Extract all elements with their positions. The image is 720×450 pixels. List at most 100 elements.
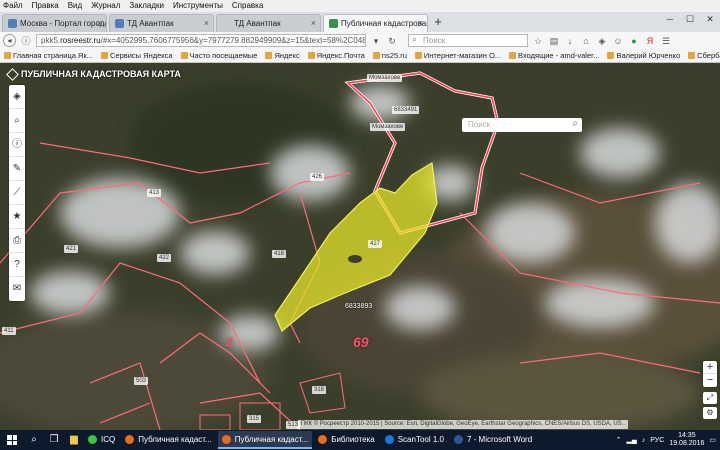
menu-item[interactable]: Журнал — [91, 0, 120, 12]
bookmark-label: Входящие - amd-valer... — [518, 51, 600, 60]
bookmark-item[interactable]: Сервисы Яндекса — [101, 49, 173, 62]
print-icon[interactable]: ⎙ — [9, 229, 25, 253]
bookmark-icon — [414, 52, 422, 59]
map-label: 426 — [310, 173, 325, 181]
tab-moscow-portal[interactable]: Москва - Портал города × — [2, 14, 107, 32]
bookmark-item[interactable]: Часто посещаемые — [180, 49, 258, 62]
bookmark-label: Яндекс.Почта — [316, 51, 365, 60]
map-label: 413 — [147, 189, 162, 197]
tab-avantpak-1[interactable]: ТД Авантпак × — [109, 14, 214, 32]
bookmark-item[interactable]: Валерий Юрченко — [607, 49, 680, 62]
zoom-in-button[interactable]: + — [703, 361, 717, 374]
close-tab-icon[interactable]: × — [204, 15, 209, 31]
taskbar-item[interactable]: ICQ — [84, 431, 119, 449]
new-tab-button[interactable]: + — [430, 14, 446, 32]
satellite-map-canvas[interactable] — [0, 63, 720, 430]
settings-icon[interactable]: ⚙ — [703, 407, 717, 419]
tab-favicon-icon — [115, 19, 124, 28]
map-search-input[interactable]: Поиск — [462, 117, 582, 132]
pencil-icon[interactable]: ✎ — [9, 157, 25, 181]
network-icon[interactable]: ▂▄ — [626, 436, 636, 444]
minimize-icon[interactable]: ─ — [660, 12, 680, 26]
shield-icon[interactable]: ◈ — [596, 35, 608, 47]
green-addon-icon[interactable]: ● — [628, 35, 640, 47]
star-icon[interactable]: ☆ — [532, 35, 544, 47]
menu-item[interactable]: Файл — [3, 0, 23, 12]
taskbar-item-label: ScanTool 1.0 — [397, 434, 444, 444]
layers-icon[interactable]: ◈ — [9, 85, 25, 109]
notifications-icon[interactable]: ▭ — [709, 436, 716, 444]
browser-search-input[interactable]: Поиск — [408, 34, 528, 47]
bookmark-item[interactable]: Сбербанк Онлайн — [688, 49, 720, 62]
start-button[interactable] — [0, 430, 24, 450]
close-window-icon[interactable]: ✕ — [700, 12, 720, 26]
map-label: 6833491 — [392, 106, 420, 114]
explorer-icon[interactable]: ▆ — [64, 430, 84, 450]
chat-icon[interactable]: ☺ — [612, 35, 624, 47]
reading-list-icon[interactable]: ▤ — [548, 35, 560, 47]
close-tab-icon[interactable]: × — [97, 15, 102, 31]
bookmark-label: Интернет-магазин О... — [423, 51, 502, 60]
app-icon — [88, 434, 97, 444]
reload-icon[interactable]: ↻ — [386, 35, 398, 47]
bookmark-item[interactable]: Яндекс.Почта — [307, 49, 365, 62]
tray-arrow-icon[interactable]: ⌃ — [616, 436, 622, 444]
bookmark-item[interactable]: Яндекс — [265, 49, 300, 62]
mail-icon[interactable]: ✉ — [9, 277, 25, 301]
ruler-icon[interactable]: ⟋ — [9, 181, 25, 205]
address-bar[interactable]: pkk5.rosreestr.ru/#x=4052995.7606775956&… — [36, 34, 366, 47]
yandex-icon[interactable]: Я — [644, 35, 656, 47]
menu-icon[interactable]: ☰ — [660, 35, 672, 47]
taskbar-item[interactable]: 7 - Microsoft Word — [450, 431, 536, 449]
clock[interactable]: 14:35 19.08.2016 — [669, 432, 704, 448]
windows-taskbar: ⌕ ❐ ▆ ICQ Публичная кадаст... Публичная ка… — [0, 430, 720, 450]
url-prefix: pkk5. — [41, 36, 61, 45]
bookmark-item[interactable]: Главная страница Як... — [4, 49, 93, 62]
dropdown-icon[interactable]: ▾ — [370, 35, 382, 47]
menu-item[interactable]: Правка — [32, 0, 59, 12]
tab-cadastral-map[interactable]: Публичная кадастровая ...× — [323, 14, 428, 32]
page-info-icon[interactable]: ⓘ — [20, 35, 32, 47]
taskbar-item[interactable]: Публичная кадаст... — [121, 431, 215, 449]
download-icon[interactable]: ↓ — [564, 35, 576, 47]
search-icon[interactable]: ⌕ — [24, 430, 44, 450]
bookmark-item[interactable]: ns25.ru — [372, 49, 407, 62]
help-icon[interactable]: ? — [9, 253, 25, 277]
volume-icon[interactable]: ♪ — [642, 437, 646, 444]
map-label: Момзахове — [367, 74, 403, 82]
taskbar-item[interactable]: Публичная кадаст... — [217, 431, 313, 449]
star-icon[interactable]: ★ — [9, 205, 25, 229]
taskbar-item[interactable]: Библиотека — [314, 431, 379, 449]
bookmark-item[interactable]: Входящие - amd-valer... — [509, 49, 599, 62]
tab-favicon-icon — [222, 19, 231, 28]
bookmark-icon — [607, 52, 615, 59]
cadastral-map[interactable]: ПУБЛИЧНАЯ КАДАСТРОВАЯ КАРТА Поиск Момзах… — [0, 63, 720, 430]
home-icon[interactable]: ⌂ — [580, 35, 592, 47]
maximize-icon[interactable]: ☐ — [680, 12, 700, 26]
zoom-out-button[interactable]: − — [703, 374, 717, 387]
bookmark-label: Часто посещаемые — [189, 51, 258, 60]
menu-item[interactable]: Справка — [232, 0, 263, 12]
task-view-icon[interactable]: ❐ — [44, 430, 64, 450]
map-search-placeholder: Поиск — [468, 120, 491, 129]
search-icon[interactable]: ⌕ — [9, 109, 25, 133]
menu-item[interactable]: Закладки — [129, 0, 164, 12]
close-tab-icon[interactable]: × — [418, 15, 423, 31]
close-tab-icon[interactable]: × — [311, 15, 316, 31]
map-title-text: ПУБЛИЧНАЯ КАДАСТРОВАЯ КАРТА — [21, 69, 181, 79]
bookmark-item[interactable]: Интернет-магазин О... — [414, 49, 502, 62]
taskbar-item[interactable]: ScanTool 1.0 — [381, 431, 448, 449]
tab-avantpak-2[interactable]: ТД Авантпак × — [216, 14, 321, 32]
tab-label: ТД Авантпак — [127, 18, 174, 28]
app-icon — [221, 434, 231, 444]
menu-item[interactable]: Вид — [68, 0, 82, 12]
back-button[interactable]: ◂ — [3, 34, 16, 47]
info-icon[interactable]: ⓘ — [9, 133, 25, 157]
bookmark-label: ns25.ru — [381, 51, 407, 60]
menu-item[interactable]: Инструменты — [173, 0, 223, 12]
bookmark-icon — [101, 52, 108, 59]
app-icon — [384, 434, 394, 444]
language-indicator[interactable]: РУС — [650, 437, 664, 444]
fullscreen-icon[interactable]: ⤢ — [703, 392, 717, 404]
bookmark-icon — [265, 52, 273, 59]
